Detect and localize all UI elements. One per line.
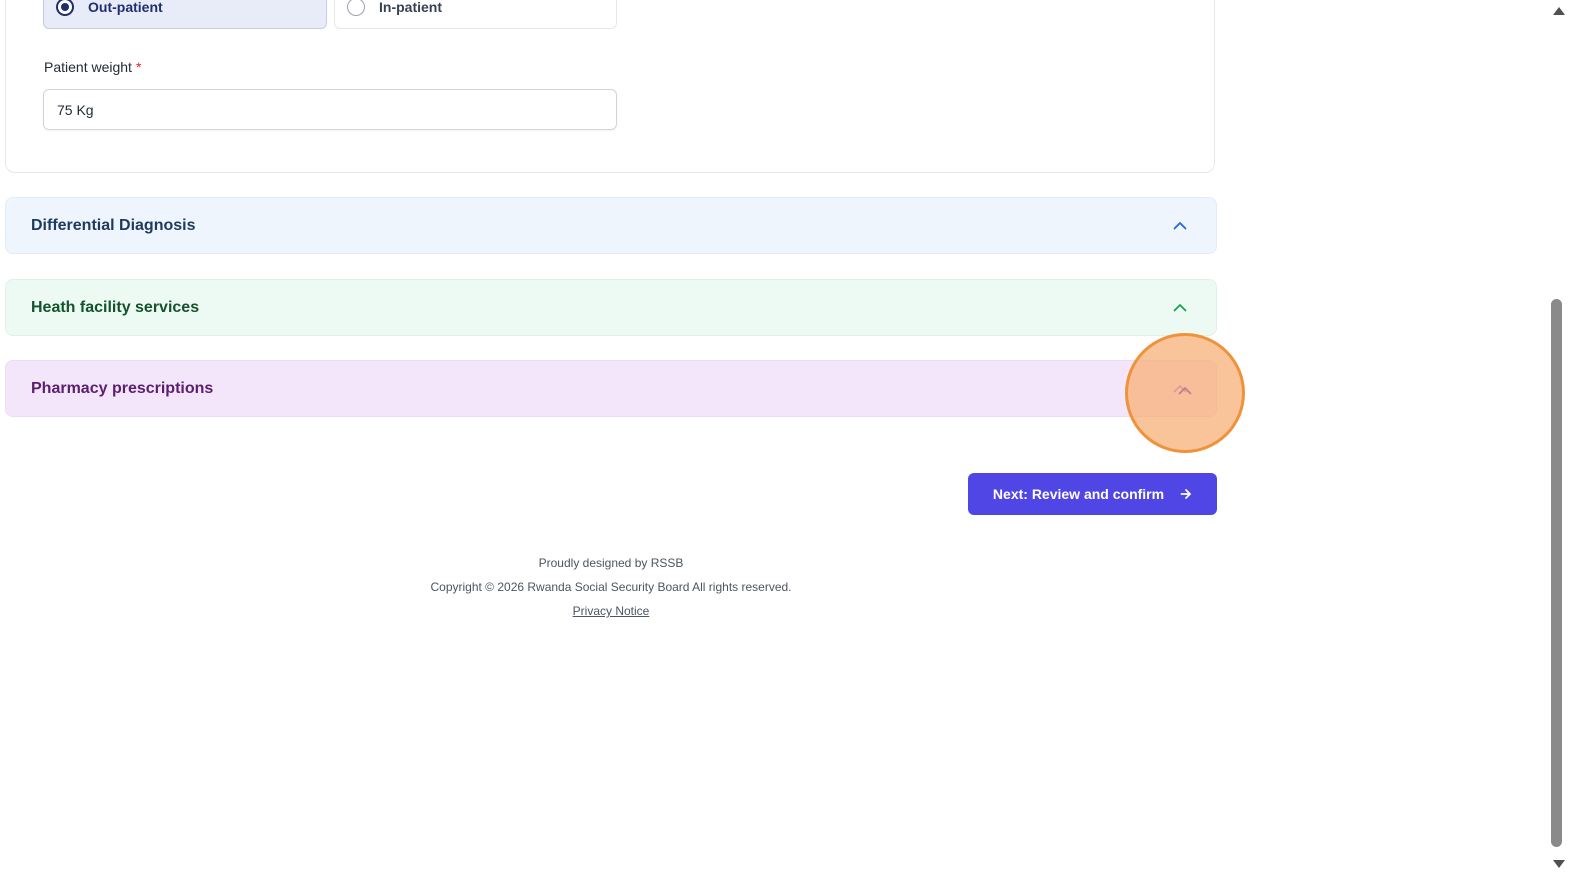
scrollbar-thumb[interactable] — [1551, 299, 1562, 847]
footer-designed-by: Proudly designed by RSSB — [538, 556, 684, 570]
accordion-title: Differential Diagnosis — [31, 216, 196, 234]
arrow-right-icon — [1180, 488, 1192, 500]
chevron-up-icon[interactable] — [1172, 300, 1188, 316]
required-mark: * — [135, 59, 142, 75]
accordion-differential-diagnosis[interactable]: Differential Diagnosis — [5, 197, 1217, 254]
page: Out-patient In-patient Patient weight* D… — [0, 0, 1546, 877]
accordion-title: Heath facility services — [31, 298, 200, 316]
chevron-up-icon[interactable] — [1172, 381, 1188, 397]
privacy-notice-link[interactable]: Privacy Notice — [311, 604, 911, 618]
chevron-up-icon[interactable] — [1172, 218, 1188, 234]
next-button-label: Next: Review and confirm — [992, 486, 1165, 502]
visit-details-card: Out-patient In-patient Patient weight * — [5, 0, 1215, 173]
radio-in-patient[interactable]: In-patient — [334, 0, 617, 29]
radio-in-patient-label: In-patient — [379, 0, 442, 15]
accordion-title: Pharmacy prescriptions — [31, 379, 214, 397]
footer-copyright: Copyright © 2026 Rwanda Social Security … — [430, 580, 792, 594]
scroll-down-arrow-icon[interactable] — [1549, 857, 1569, 871]
radio-out-patient[interactable]: Out-patient — [43, 0, 327, 29]
radio-selected-icon — [56, 0, 74, 16]
next-review-confirm-button[interactable]: Next: Review and confirm — [968, 473, 1217, 515]
patient-weight-label-text: Patient weight — [44, 59, 132, 75]
vertical-scrollbar[interactable] — [1546, 0, 1573, 877]
radio-unselected-icon — [347, 0, 365, 16]
accordion-health-facility-services[interactable]: Heath facility services — [5, 279, 1217, 336]
radio-out-patient-label: Out-patient — [88, 0, 163, 15]
patient-weight-label: Patient weight * — [44, 59, 141, 75]
scroll-up-arrow-icon[interactable] — [1549, 4, 1569, 18]
accordion-pharmacy-prescriptions[interactable]: Pharmacy prescriptions — [5, 360, 1217, 417]
patient-weight-input[interactable] — [43, 89, 617, 130]
